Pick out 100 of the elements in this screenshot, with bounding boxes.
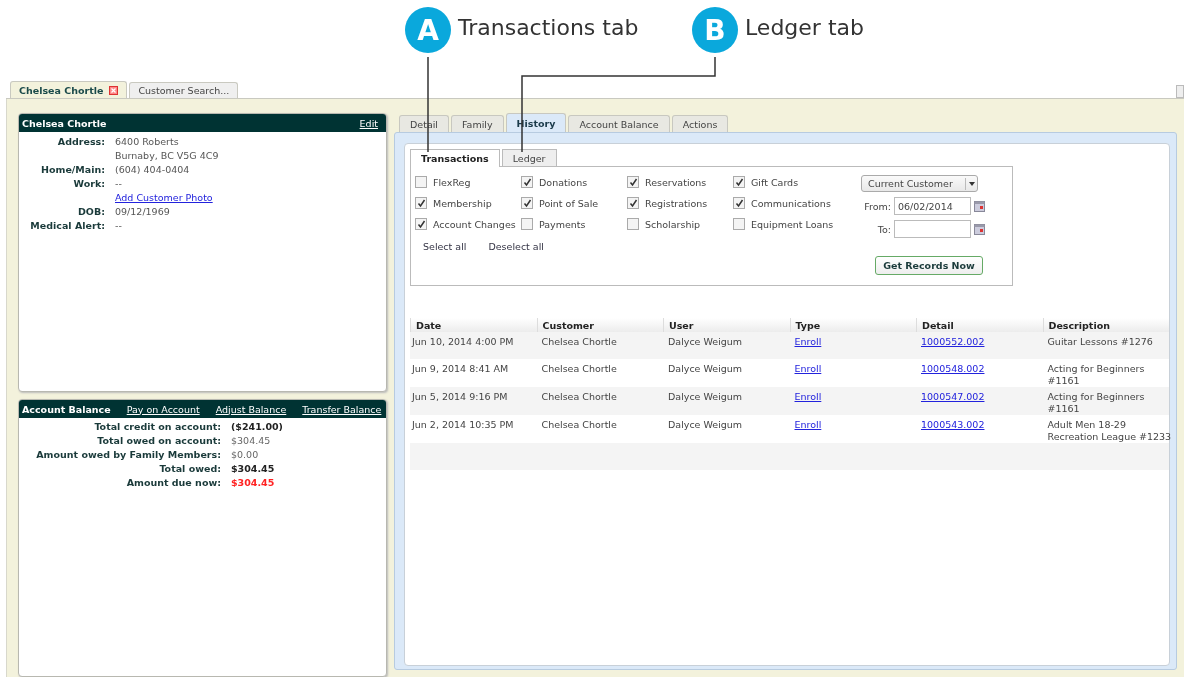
checkbox[interactable] (415, 176, 427, 188)
field-value: -- (115, 178, 123, 189)
checkbox[interactable] (733, 197, 745, 209)
filter-checkbox[interactable]: Gift Cards (733, 176, 839, 188)
checkbox[interactable] (627, 197, 639, 209)
type-link[interactable]: Enroll (789, 332, 916, 359)
field-label: Home/Main: (40, 164, 105, 175)
balance-link[interactable]: Adjust Balance (215, 403, 287, 415)
table-cell-text: Chelsea Chortle (540, 362, 618, 376)
table-cell-text: Dalyce Weigum (667, 362, 744, 376)
add-photo-link[interactable]: Add Customer Photo (115, 192, 386, 203)
field-value: 09/12/1969 (115, 206, 171, 217)
table-cell-text: Jun 9, 2014 8:41 AM (410, 362, 510, 376)
balance-link[interactable]: Pay on Account (126, 403, 200, 415)
column-header[interactable]: Date (410, 318, 537, 332)
balance-link[interactable]: Transfer Balance (302, 403, 382, 415)
check-mark-icon (522, 198, 532, 208)
detail-link[interactable]: 1000543.002 (916, 415, 1043, 443)
edit-link[interactable]: Edit (359, 117, 378, 129)
checkbox[interactable] (627, 218, 639, 230)
checkbox[interactable] (521, 197, 533, 209)
detail-link[interactable]: 1000552.002 (916, 332, 1043, 359)
subtab[interactable]: Ledger (501, 149, 557, 166)
get-records-button[interactable]: Get Records Now (875, 256, 983, 275)
filter-checkbox[interactable]: Membership (415, 197, 521, 209)
checkbox[interactable] (733, 176, 745, 188)
filter-checkbox[interactable]: Point of Sale (521, 197, 627, 209)
field-label: DOB: (77, 206, 105, 217)
filter-checkbox[interactable]: Payments (521, 218, 627, 230)
balance-label: Amount owed by Family Members: (35, 449, 221, 460)
check-mark-icon (416, 198, 426, 208)
detail-tab[interactable]: Family (451, 115, 504, 132)
customer-dropdown[interactable]: Current Customer (861, 175, 978, 192)
to-date-field[interactable] (894, 220, 971, 238)
window-tab[interactable]: Customer Search... (129, 82, 239, 98)
filter-checkbox[interactable]: Scholarship (627, 218, 733, 230)
type-link[interactable]: Enroll (789, 359, 916, 387)
callout-label: Transactions tab (458, 15, 639, 40)
field-value: -- (115, 220, 123, 231)
detail-tab[interactable]: Account Balance (568, 115, 670, 132)
balance-value: $304.45 (231, 435, 272, 446)
select-link[interactable]: Select all (423, 241, 467, 252)
table-cell-text: Dalyce Weigum (667, 418, 744, 432)
filter-checkbox[interactable]: Communications (733, 197, 839, 209)
table-cell-text: Chelsea Chortle (540, 418, 618, 432)
window-tab[interactable]: Chelsea Chortle (10, 81, 128, 98)
calendar-icon[interactable] (974, 200, 985, 212)
balance-value: $304.45 (231, 463, 276, 474)
checkbox[interactable] (415, 218, 427, 230)
table-cell-text: Chelsea Chortle (540, 390, 618, 404)
column-header[interactable]: Type (789, 318, 916, 332)
table-cell-text: Dalyce Weigum (667, 335, 744, 349)
card-title: Chelsea Chortle (22, 117, 108, 129)
table-cell-text: Jun 5, 2014 9:16 PM (410, 390, 509, 404)
field-value: Burnaby, BC V5G 4C9 (115, 150, 220, 161)
callout-label: Ledger tab (745, 15, 864, 40)
checkbox[interactable] (627, 176, 639, 188)
calendar-icon[interactable] (974, 223, 985, 235)
checkbox[interactable] (415, 197, 427, 209)
callout-badge: B (692, 7, 738, 53)
field-label: Work: (72, 178, 105, 189)
check-mark-icon (628, 177, 638, 187)
filter-checkbox[interactable]: FlexReg (415, 176, 521, 188)
check-mark-icon (522, 177, 532, 187)
checkbox[interactable] (521, 176, 533, 188)
table-cell-text: Acting for Beginners #1161 (1046, 390, 1146, 415)
table-cell-text: Jun 10, 2014 4:00 PM (410, 335, 515, 349)
filter-checkbox[interactable]: Registrations (627, 197, 733, 209)
select-link[interactable]: Deselect all (488, 241, 544, 252)
filter-checkbox[interactable]: Donations (521, 176, 627, 188)
checkbox[interactable] (733, 218, 745, 230)
checkbox[interactable] (521, 218, 533, 230)
column-header[interactable]: Description (1042, 318, 1169, 332)
filter-checkbox[interactable]: Account Changes (415, 218, 521, 230)
check-mark-icon (628, 198, 638, 208)
detail-link[interactable]: 1000548.002 (916, 359, 1043, 387)
type-link[interactable]: Enroll (789, 415, 916, 443)
field-value: (604) 404-0404 (115, 164, 191, 175)
balance-label: Total credit on account: (93, 421, 221, 432)
balance-label: Total owed on account: (96, 435, 221, 446)
detail-link[interactable]: 1000547.002 (916, 387, 1043, 415)
table-cell-text: Guitar Lessons #1276 (1046, 335, 1154, 349)
filter-checkbox[interactable]: Reservations (627, 176, 733, 188)
caret-icon (965, 177, 977, 190)
check-mark-icon (734, 198, 744, 208)
subtab[interactable]: Transactions (410, 149, 500, 167)
from-date-field[interactable]: 06/02/2014 (894, 197, 971, 215)
type-link[interactable]: Enroll (789, 387, 916, 415)
column-header[interactable]: User (663, 318, 790, 332)
field-label: Address: (56, 136, 105, 147)
column-header[interactable]: Customer (536, 318, 663, 332)
detail-tab[interactable]: Actions (671, 115, 729, 132)
card-title: Account Balance (22, 403, 111, 415)
close-icon[interactable] (109, 85, 119, 95)
table-cell-text: Jun 2, 2014 10:35 PM (410, 418, 515, 432)
field-value: 6400 Roberts (115, 136, 180, 147)
column-header[interactable]: Detail (916, 318, 1043, 332)
check-mark-icon (416, 219, 426, 229)
balance-value: $304.45 (231, 477, 276, 488)
filter-checkbox[interactable]: Equipment Loans (733, 218, 839, 230)
